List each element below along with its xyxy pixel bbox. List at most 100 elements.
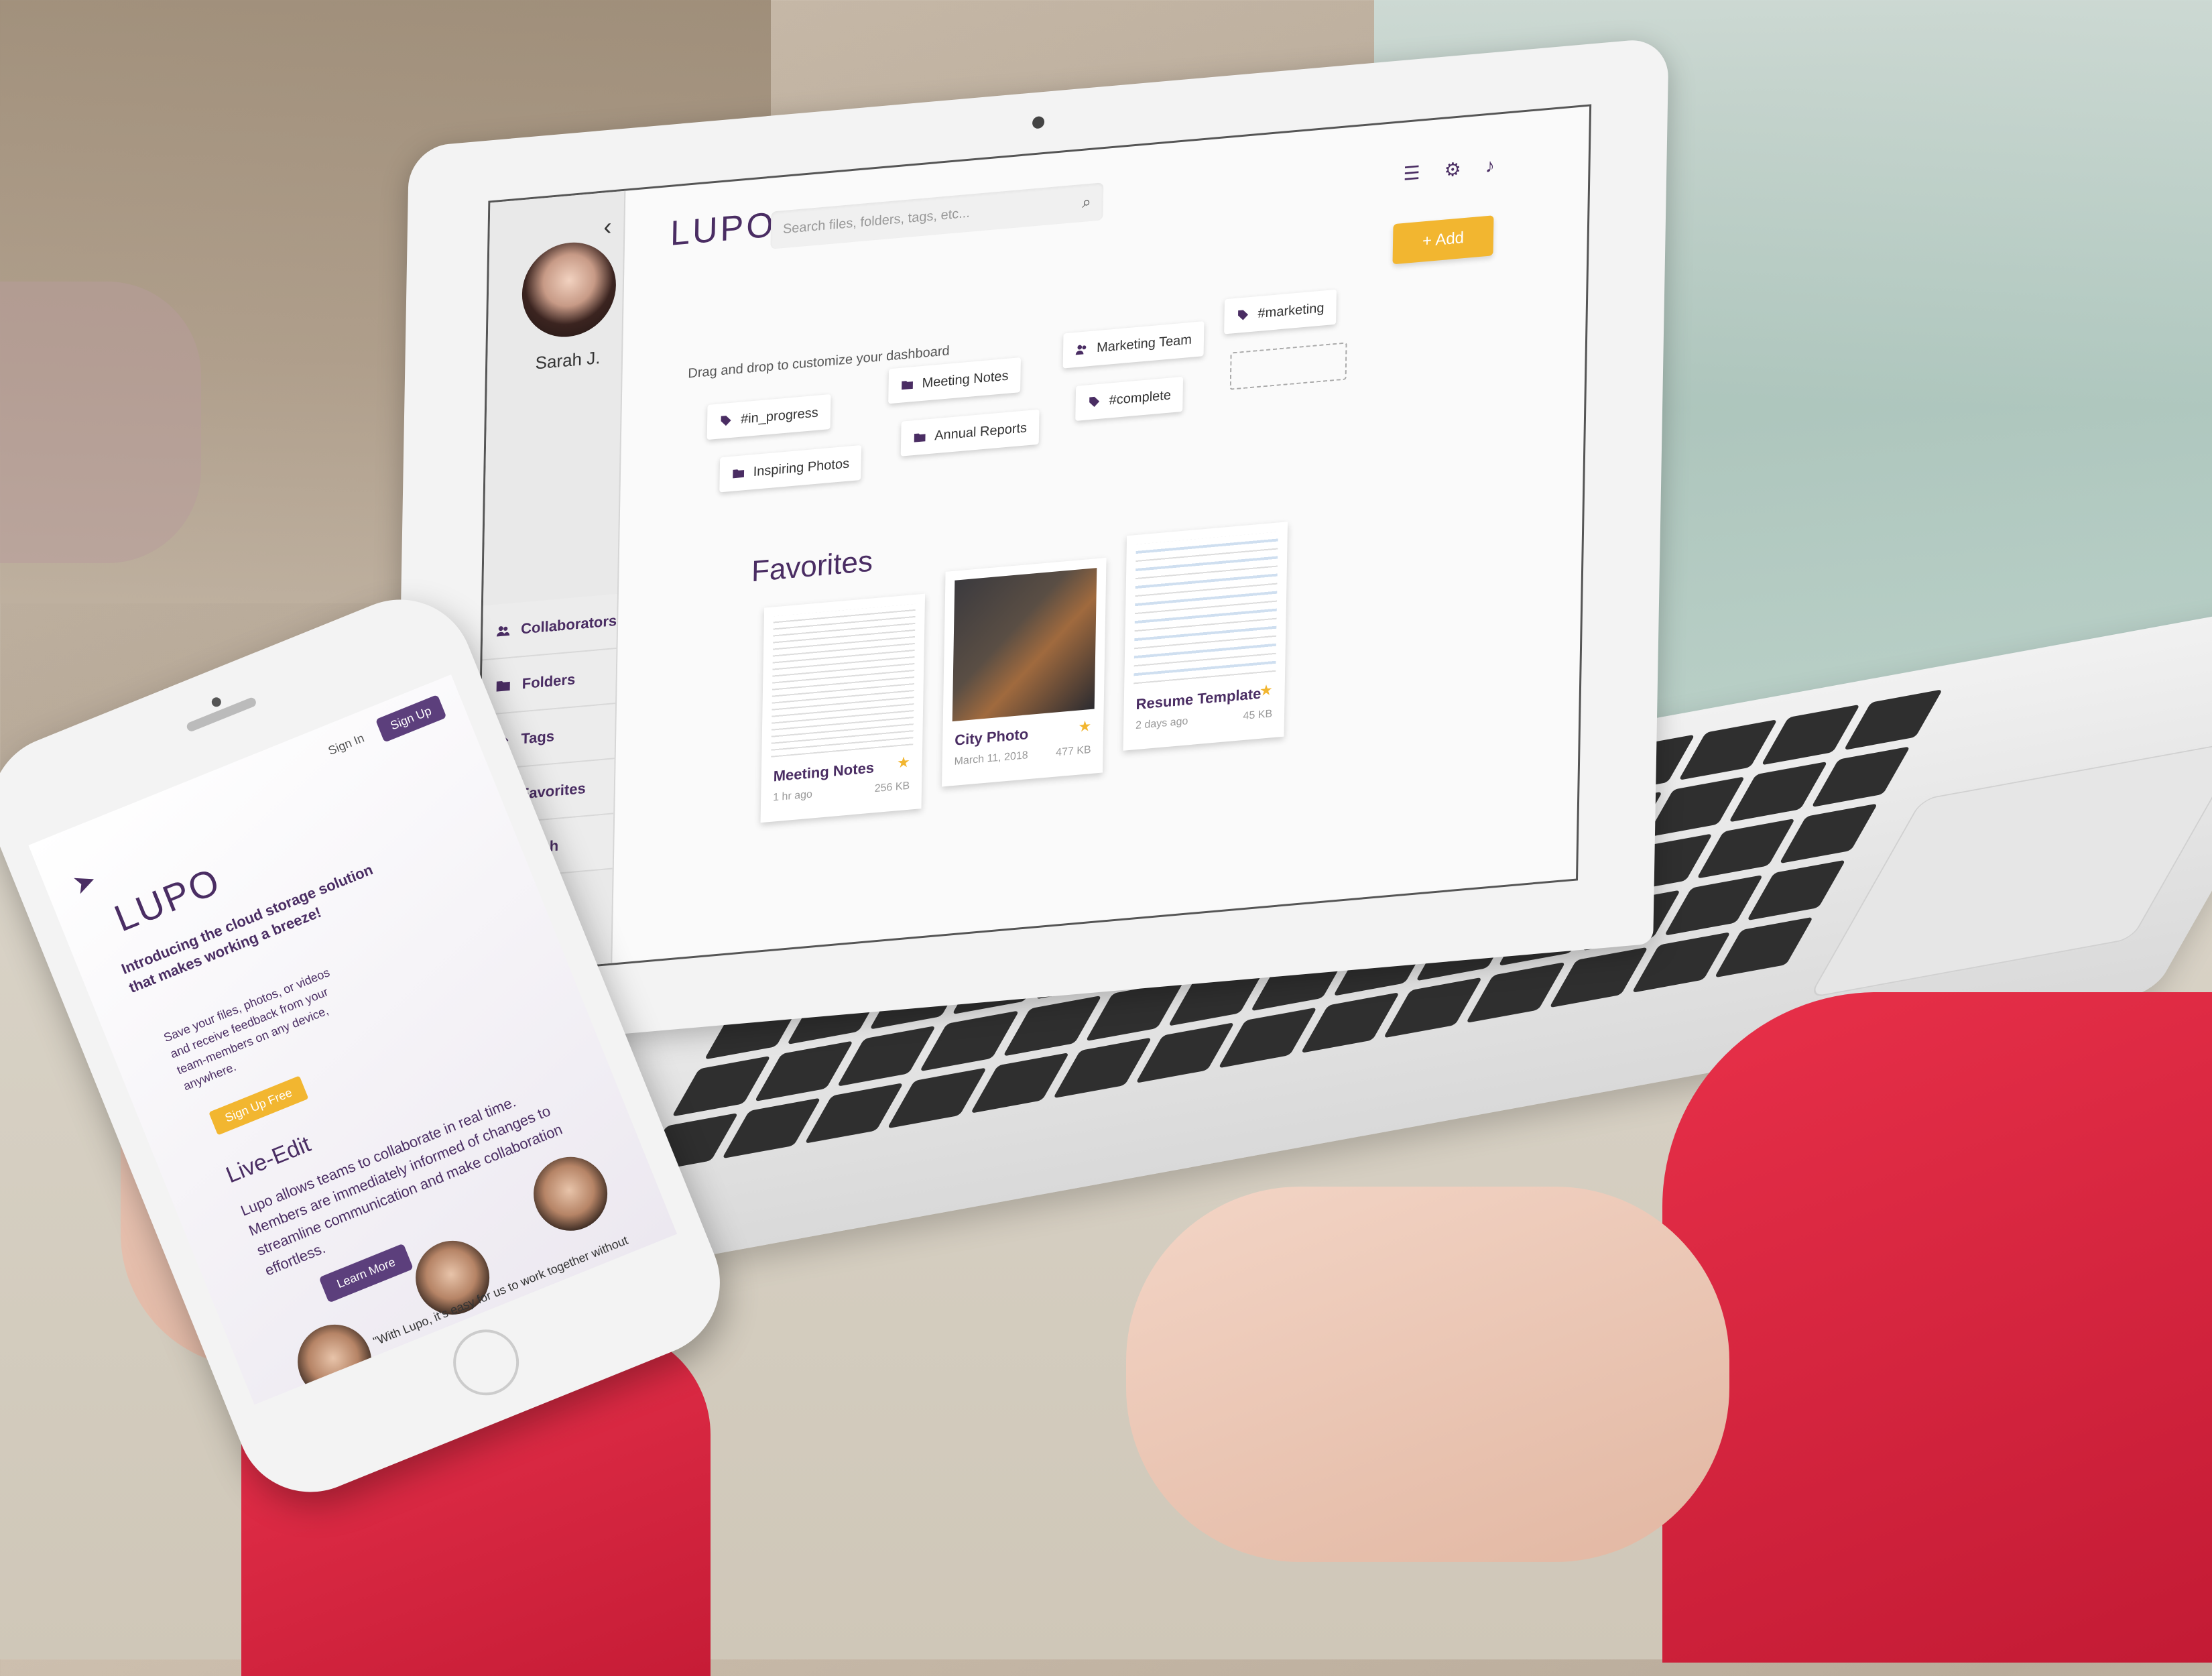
dashboard-chip[interactable]: Meeting Notes	[888, 357, 1021, 404]
laptop-screen: Sarah J. Collaborators Folders Tags Favo…	[475, 104, 1592, 977]
keyboard-key[interactable]	[722, 1097, 822, 1159]
chip-label: #in_progress	[740, 405, 818, 427]
card-size: 45 KB	[1243, 708, 1273, 723]
favorite-card[interactable]: Resume Template ★ 2 days ago 45 KB	[1123, 522, 1288, 751]
folder-icon	[733, 469, 745, 479]
chip-label: Annual Reports	[934, 420, 1028, 443]
keyboard-key[interactable]	[1002, 996, 1102, 1057]
card-date: 1 hr ago	[773, 788, 813, 804]
keyboard-key[interactable]	[1548, 947, 1648, 1008]
users-icon	[496, 626, 510, 637]
card-date: March 11, 2018	[954, 750, 1028, 768]
chip-label: Inspiring Photos	[753, 455, 850, 479]
sidebar-item-label: Collaborators	[520, 611, 617, 638]
favorite-card[interactable]: Meeting Notes ★ 1 hr ago 256 KB	[760, 593, 926, 823]
keyboard-key[interactable]	[672, 1056, 771, 1117]
keyboard-key[interactable]	[804, 1083, 904, 1144]
search-input[interactable]: Search files, folders, tags, etc... ⌕	[770, 182, 1104, 249]
keyboard-key[interactable]	[1728, 761, 1828, 823]
avatar[interactable]	[521, 238, 617, 341]
chip-label: Meeting Notes	[922, 368, 1009, 391]
keyboard-key[interactable]	[1218, 1007, 1318, 1069]
favorites-heading: Favorites	[751, 544, 873, 589]
chip-label: Marketing Team	[1096, 332, 1192, 355]
sidebar-item-label: Tags	[521, 727, 555, 747]
chip-label: #complete	[1109, 387, 1172, 408]
chip-label: #marketing	[1257, 300, 1325, 321]
card-date: 2 days ago	[1135, 715, 1188, 732]
star-icon[interactable]: ★	[1078, 717, 1091, 736]
keyboard-key[interactable]	[1843, 689, 1943, 750]
keyboard-key[interactable]	[1383, 977, 1483, 1038]
front-camera	[210, 696, 223, 709]
right-sleeve	[1662, 992, 2212, 1663]
keyboard-key[interactable]	[1696, 818, 1796, 880]
dashboard-chip[interactable]: Marketing Team	[1062, 321, 1205, 369]
empty-drop-slot[interactable]	[1229, 342, 1347, 390]
testimonial-avatar[interactable]	[286, 1313, 383, 1405]
photo-thumbnail	[952, 568, 1097, 722]
add-button[interactable]: + Add	[1392, 215, 1494, 265]
list-view-icon[interactable]: ☰	[1403, 162, 1420, 185]
bell-icon[interactable]: ♪	[1485, 155, 1495, 178]
keyboard-key[interactable]	[970, 1053, 1070, 1114]
keyboard-key[interactable]	[837, 1026, 936, 1087]
card-title: Resume Template	[1135, 684, 1262, 713]
pillow	[0, 282, 201, 563]
card-size: 477 KB	[1055, 743, 1091, 759]
keyboard-key[interactable]	[887, 1067, 987, 1129]
keyboard-key[interactable]	[1646, 776, 1745, 837]
keyboard-key[interactable]	[1678, 719, 1778, 780]
dashboard-chip[interactable]: Inspiring Photos	[719, 444, 862, 493]
tag-icon	[1089, 396, 1100, 407]
home-button[interactable]	[443, 1319, 529, 1406]
keyboard-key[interactable]	[1664, 875, 1764, 937]
keyboard-key[interactable]	[1300, 992, 1400, 1053]
search-icon[interactable]: ⌕	[1082, 193, 1091, 213]
keyboard-key[interactable]	[920, 1010, 1019, 1072]
gear-icon[interactable]: ⚙	[1444, 158, 1461, 181]
keyboard-key[interactable]	[1714, 916, 1814, 978]
keyboard-key[interactable]	[1761, 704, 1860, 766]
keyboard-key[interactable]	[1052, 1037, 1152, 1099]
card-title: Meeting Notes	[773, 759, 875, 785]
intro-text: Introducing the cloud storage solution t…	[119, 861, 375, 996]
tag-icon	[721, 416, 731, 426]
keyboard-key[interactable]	[1466, 962, 1566, 1023]
folder-icon	[902, 381, 913, 390]
save-description: Save your files, photos, or videos and r…	[162, 965, 332, 1093]
favorite-card[interactable]: City Photo ★ March 11, 2018 477 KB	[942, 557, 1107, 787]
dashboard-chip[interactable]: Annual Reports	[900, 409, 1040, 457]
right-hand	[1126, 1187, 1729, 1562]
dashboard-chip[interactable]: #marketing	[1224, 289, 1337, 335]
keyboard-key[interactable]	[754, 1040, 854, 1102]
app-logo: LUPO	[670, 204, 777, 253]
star-icon[interactable]: ★	[897, 754, 910, 772]
testimonial-quote: "With Lupo, it's easy for us to work tog…	[371, 1233, 630, 1349]
keyboard-key[interactable]	[1778, 802, 1878, 864]
folder-icon	[496, 680, 510, 692]
webcam	[1032, 115, 1045, 129]
card-size: 256 KB	[874, 780, 910, 795]
tag-icon	[1238, 310, 1249, 320]
sidebar-item-label: Folders	[521, 670, 576, 693]
folder-icon	[914, 433, 926, 442]
keyboard-key[interactable]	[1746, 859, 1846, 921]
users-icon	[1075, 345, 1087, 355]
sign-in-link[interactable]: Sign In	[326, 731, 367, 758]
dashboard-chip[interactable]: #complete	[1075, 376, 1184, 421]
dashboard-chip[interactable]: #in_progress	[706, 394, 831, 440]
collapse-sidebar-chevron-icon[interactable]: ‹	[603, 212, 612, 241]
star-icon[interactable]: ★	[1259, 681, 1273, 700]
document-thumbnail	[771, 603, 916, 758]
live-edit-text: Lupo allows teams to collaborate in real…	[238, 1093, 565, 1279]
card-title: City Photo	[954, 725, 1029, 749]
laptop-lid: Sarah J. Collaborators Folders Tags Favo…	[393, 37, 1669, 1055]
user-name: Sarah J.	[535, 347, 601, 373]
sign-up-free-button[interactable]: Sign Up Free	[208, 1075, 309, 1136]
keyboard-key[interactable]	[1811, 746, 1911, 807]
search-placeholder: Search files, folders, tags, etc...	[782, 205, 971, 237]
header-icons: ☰ ⚙ ♪	[1403, 155, 1495, 185]
keyboard-key[interactable]	[1135, 1022, 1235, 1083]
sign-up-button[interactable]: Sign Up	[375, 694, 447, 743]
